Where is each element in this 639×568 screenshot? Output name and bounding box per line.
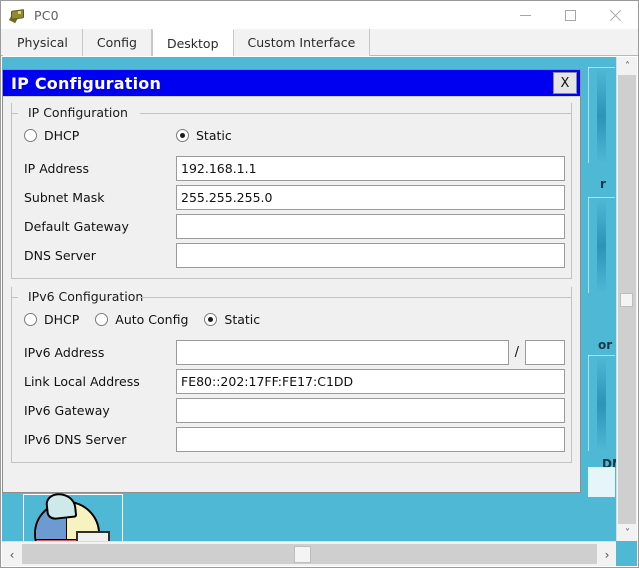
ipv6-group-label: IPv6 Configuration: [24, 289, 148, 304]
horizontal-scroll-thumb[interactable]: [294, 546, 311, 563]
vertical-scroll-thumb[interactable]: [620, 293, 633, 307]
dns-server-input[interactable]: [176, 243, 565, 268]
ip-address-label: IP Address: [24, 161, 89, 176]
scroll-up-icon[interactable]: ˄: [617, 57, 638, 75]
background-label-2: or: [598, 338, 613, 352]
ipv6-address-label: IPv6 Address: [24, 345, 105, 360]
background-tile-4: [588, 197, 589, 293]
ipv6-dns-server-row: IPv6 DNS Server: [24, 425, 565, 454]
close-button[interactable]: [593, 1, 638, 29]
ipv6-dns-server-input[interactable]: [176, 427, 565, 452]
ipv6-mode-row: DHCP Auto Config Static: [24, 306, 565, 332]
tab-desktop[interactable]: Desktop: [151, 29, 234, 57]
default-gateway-input[interactable]: [176, 214, 565, 239]
ipv6-group-header: IPv6 Configuration: [11, 289, 572, 304]
dialog-title: IP Configuration: [11, 73, 162, 93]
background-gradient-1: [597, 69, 606, 163]
minimize-button[interactable]: [503, 1, 548, 29]
vertical-scrollbar[interactable]: ˄ ˅: [616, 57, 637, 542]
tab-custom-interface[interactable]: Custom Interface: [233, 29, 371, 56]
ipv6-static-label: Static: [224, 311, 261, 327]
window-titlebar: PC0: [1, 1, 638, 29]
maximize-icon: [565, 9, 576, 21]
radio-circle-icon: [95, 312, 109, 326]
ip-configuration-dialog: IP Configuration X IP Configuration DHCP: [2, 69, 581, 493]
default-gateway-row: Default Gateway: [24, 212, 565, 241]
ipv4-dhcp-radio[interactable]: DHCP: [24, 128, 176, 143]
background-tile-1: [588, 67, 615, 68]
dns-server-label: DNS Server: [24, 248, 96, 263]
ip-address-row: IP Address 192.168.1.1: [24, 154, 565, 183]
window-controls: [503, 1, 638, 29]
ipv6-configuration-group: IPv6 Configuration DHCP Auto Config Stat…: [11, 287, 572, 463]
ipv6-autoconfig-label: Auto Config: [115, 311, 189, 327]
tab-config[interactable]: Config: [82, 29, 152, 56]
ipv6-prefix-input[interactable]: [525, 340, 565, 365]
device-icon: [9, 6, 27, 24]
background-tile-5: [588, 355, 615, 356]
scroll-left-icon[interactable]: ‹: [2, 542, 22, 567]
background-gradient-3: [597, 357, 606, 451]
ipv6-gateway-label: IPv6 Gateway: [24, 403, 110, 418]
ipv6-dhcp-radio[interactable]: DHCP: [24, 312, 79, 327]
background-gradient-2: [597, 199, 606, 293]
radio-circle-icon: [24, 312, 37, 326]
ipv6-prefix-separator: /: [514, 345, 519, 360]
background-tile-7: [588, 467, 615, 497]
default-gateway-label: Default Gateway: [24, 219, 129, 234]
radio-circle-icon: [24, 128, 37, 142]
scroll-down-icon[interactable]: ˅: [617, 524, 638, 542]
radio-circle-selected-icon: [176, 128, 189, 142]
background-tile-2: [588, 67, 589, 163]
subnet-mask-label: Subnet Mask: [24, 190, 105, 205]
minimize-icon: [520, 14, 531, 16]
ipv4-group-header: IP Configuration: [11, 105, 572, 120]
subnet-mask-row: Subnet Mask 255.255.255.0: [24, 183, 565, 212]
close-icon: [609, 9, 622, 22]
ipv4-group-label: IP Configuration: [24, 105, 132, 120]
pc0-window: PC0 Physical Config Desktop Custom Inter…: [0, 0, 639, 568]
ipv4-configuration-group: IP Configuration DHCP Static IP Address …: [11, 103, 572, 279]
ipv6-gateway-row: IPv6 Gateway: [24, 396, 565, 425]
tab-physical[interactable]: Physical: [3, 29, 83, 56]
ipv6-static-radio[interactable]: Static: [204, 312, 260, 327]
radio-circle-selected-icon: [204, 312, 218, 326]
scrollbar-corner: [616, 541, 637, 566]
ipv4-static-label: Static: [196, 127, 232, 143]
background-tile-3: [588, 197, 615, 198]
horizontal-scrollbar[interactable]: ‹ ›: [2, 541, 617, 566]
ip-address-input[interactable]: 192.168.1.1: [176, 156, 565, 181]
window-title: PC0: [34, 7, 59, 23]
ipv4-dhcp-label: DHCP: [44, 127, 80, 143]
tab-bar: Physical Config Desktop Custom Interface: [1, 29, 638, 57]
maximize-button[interactable]: [548, 1, 593, 29]
ipv6-dhcp-label: DHCP: [44, 311, 80, 327]
ipv4-static-radio[interactable]: Static: [176, 128, 232, 143]
link-local-address-input[interactable]: FE80::202:17FF:FE17:C1DD: [176, 369, 565, 394]
background-tile-6: [588, 355, 589, 451]
scroll-right-icon[interactable]: ›: [597, 542, 617, 567]
pie-wedge-icon: [44, 491, 78, 521]
ipv6-dns-server-label: IPv6 DNS Server: [24, 432, 127, 447]
dialog-body: IP Configuration DHCP Static IP Address …: [3, 97, 580, 492]
link-local-address-row: Link Local Address FE80::202:17FF:FE17:C…: [24, 367, 565, 396]
dns-server-row: DNS Server: [24, 241, 565, 270]
background-label-1: r: [600, 177, 606, 191]
dialog-titlebar: IP Configuration X: [3, 70, 580, 97]
dialog-close-button[interactable]: X: [553, 72, 577, 94]
subnet-mask-input[interactable]: 255.255.255.0: [176, 185, 565, 210]
ipv6-address-input[interactable]: [176, 340, 509, 365]
desktop-panel: r or DN IP Configuration X: [2, 57, 617, 542]
link-local-address-label: Link Local Address: [24, 374, 140, 389]
desktop-icon-cell[interactable]: [23, 491, 123, 542]
ipv4-mode-row: DHCP Static: [24, 122, 565, 148]
ipv6-autoconfig-radio[interactable]: Auto Config: [95, 312, 188, 327]
ipv6-address-row: IPv6 Address /: [24, 338, 565, 367]
ipv6-gateway-input[interactable]: [176, 398, 565, 423]
